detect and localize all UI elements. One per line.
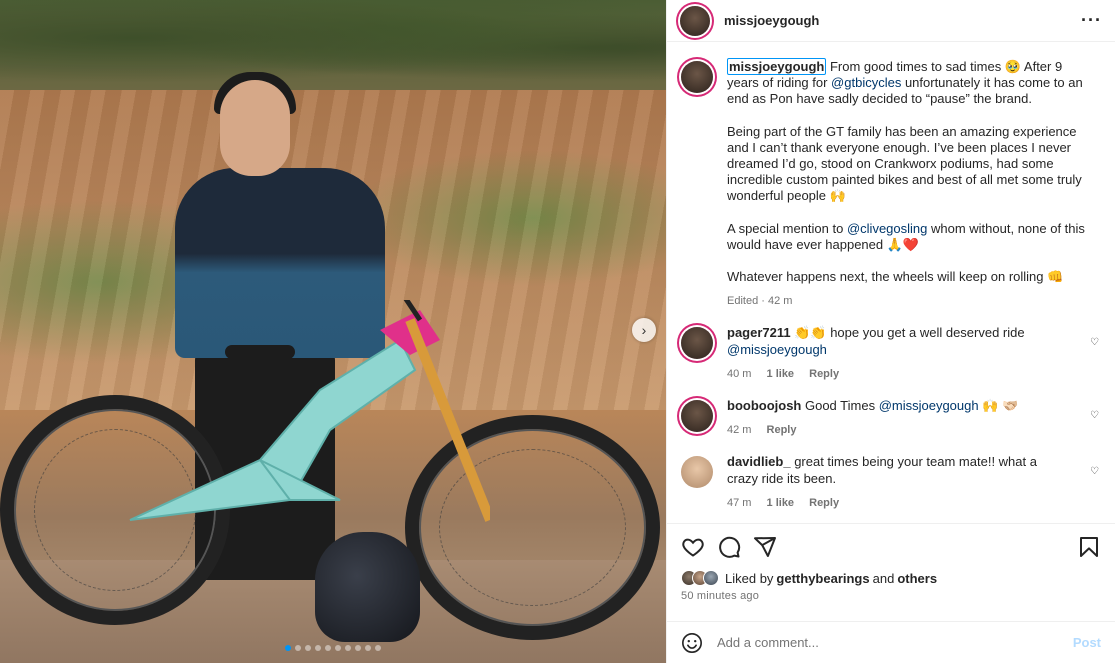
caption-username[interactable]: missjoeygough	[727, 58, 827, 75]
liked-by-user[interactable]: getthybearings	[776, 571, 869, 586]
comment-like-heart-icon[interactable]: ♡	[1090, 337, 1099, 348]
carousel-dot	[315, 645, 321, 651]
comment-like-heart-icon[interactable]: ♡	[1090, 410, 1099, 421]
photo-bike-frame	[129, 300, 490, 522]
comment-time: 40 m	[727, 367, 752, 380]
photo-helmet	[315, 532, 420, 642]
liked-by-row: Liked by getthybearings and others	[681, 570, 1101, 586]
heart-icon[interactable]	[681, 535, 705, 559]
share-icon[interactable]	[753, 535, 777, 559]
caption-avatar[interactable]	[681, 61, 713, 93]
commenter-username[interactable]: booboojosh	[727, 398, 801, 413]
comment-time: 47 m	[727, 496, 752, 509]
carousel-dot	[305, 645, 311, 651]
add-comment-bar: Post	[667, 621, 1115, 663]
author-username[interactable]: missjoeygough	[724, 13, 819, 28]
post-side-panel: missjoeygough ··· missjoeygough From goo…	[666, 0, 1115, 663]
comment-item: davidlieb_ great times being your team m…	[681, 454, 1101, 511]
comment-time: 42 m	[727, 424, 752, 437]
post-header: missjoeygough ···	[667, 0, 1115, 42]
commenter-username[interactable]: davidlieb_	[727, 454, 791, 469]
post-caption: missjoeygough From good times to sad tim…	[681, 58, 1101, 309]
comment-text-tail: 🙌 🫱🏻‍🫲🏼	[978, 398, 1019, 414]
emoji-icon[interactable]	[681, 632, 703, 654]
carousel-dot	[285, 645, 291, 651]
carousel-dot	[345, 645, 351, 651]
comment-icon[interactable]	[717, 535, 741, 559]
caption-mention-clivegosling[interactable]: @clivegosling	[847, 221, 927, 236]
liker-avatar	[703, 570, 719, 586]
carousel-dot	[295, 645, 301, 651]
author-avatar[interactable]	[680, 5, 710, 36]
post-photo[interactable]: ›	[0, 0, 666, 663]
comment-reply-button[interactable]: Reply	[767, 424, 797, 436]
caption-text-2: Being part of the GT family has been an …	[727, 123, 1082, 204]
comment-likes[interactable]: 1 like	[767, 368, 795, 380]
carousel-dot	[335, 645, 341, 651]
caption-meta: Edited · 42 m	[727, 295, 793, 308]
photo-rider-head	[220, 80, 290, 176]
comment-mention[interactable]: @missjoeygough	[879, 398, 979, 413]
carousel-dot	[355, 645, 361, 651]
comment-like-heart-icon[interactable]: ♡	[1090, 466, 1099, 477]
carousel-next-button[interactable]: ›	[632, 318, 656, 342]
liked-by-others[interactable]: others	[897, 571, 937, 586]
chevron-right-icon: ›	[641, 322, 647, 338]
commenter-username[interactable]: pager7211	[727, 325, 791, 340]
add-comment-input[interactable]	[717, 635, 1047, 650]
commenter-avatar[interactable]	[681, 456, 713, 489]
comment-reply-button[interactable]: Reply	[809, 368, 839, 380]
bookmark-icon[interactable]	[1077, 535, 1101, 559]
caption-mention-gtbicycles[interactable]: @gtbicycles	[831, 75, 901, 90]
comment-text: Good Times	[801, 398, 879, 414]
carousel-dot	[365, 645, 371, 651]
post-actions: Liked by getthybearings and others 50 mi…	[667, 523, 1115, 633]
posted-timestamp[interactable]: 50 minutes ago	[681, 590, 1101, 602]
liker-avatars[interactable]	[681, 570, 719, 586]
carousel-dot	[325, 645, 331, 651]
carousel-dot	[375, 645, 381, 651]
commenter-avatar[interactable]	[681, 327, 713, 360]
comments-scroll-area[interactable]: missjoeygough From good times to sad tim…	[667, 43, 1115, 523]
comment-item: pager7211 👏👏 hope you get a well deserve…	[681, 325, 1101, 382]
commenter-avatar[interactable]	[681, 400, 713, 433]
post-comment-button[interactable]: Post	[1073, 635, 1101, 650]
comment-likes[interactable]: 1 like	[767, 497, 795, 509]
comment-reply-button[interactable]: Reply	[809, 497, 839, 509]
comment-item: booboojosh Good Times @missjoeygough 🙌 🫱…	[681, 398, 1101, 438]
caption-text-4: Whatever happens next, the wheels will k…	[727, 269, 1064, 285]
more-horizontal-icon[interactable]: ···	[1081, 10, 1102, 31]
liked-by-prefix: Liked by	[725, 570, 774, 586]
carousel-dots	[0, 645, 666, 651]
comment-text: 👏👏 hope you get a well deserved ride	[790, 325, 1025, 341]
caption-text-3a: A special mention to	[727, 220, 847, 236]
liked-by-and: and	[872, 570, 895, 586]
comment-mention[interactable]: @missjoeygough	[727, 342, 827, 357]
post-modal: › missjoeygough ··· missjoeygough From g…	[0, 0, 1115, 663]
photo-background-trees	[0, 0, 666, 95]
